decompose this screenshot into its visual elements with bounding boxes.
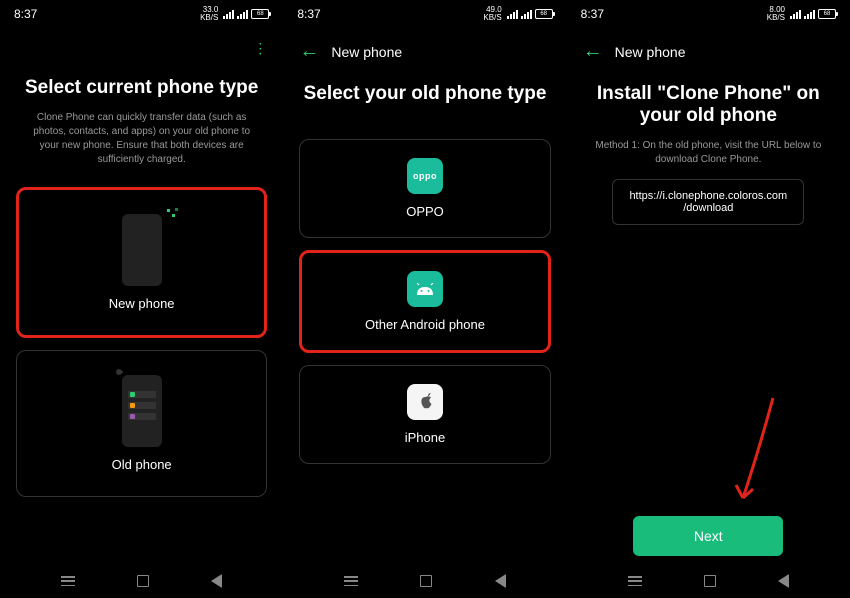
card-iphone[interactable]: iPhone (299, 365, 550, 464)
url-line: /download (629, 202, 787, 214)
status-time: 8:37 (297, 7, 320, 21)
screen-select-current-phone: 8:37 33.0KB/S 68 ⋮ Select current phone … (0, 0, 283, 598)
topbar-title: New phone (615, 44, 686, 60)
nav-bar (0, 564, 283, 598)
home-button[interactable] (420, 575, 432, 587)
recents-button[interactable] (61, 576, 75, 586)
card-label: Other Android phone (365, 317, 485, 332)
card-old-phone[interactable]: Old phone (16, 350, 267, 497)
card-label: iPhone (405, 430, 445, 445)
status-bar: 8:37 33.0KB/S 68 (0, 0, 283, 28)
page-subtitle: Clone Phone can quickly transfer data (s… (16, 111, 267, 167)
topbar: ⋮ (0, 28, 283, 57)
download-url-box[interactable]: https://i.clonephone.coloros.com /downlo… (612, 179, 804, 225)
back-button[interactable] (211, 574, 222, 588)
page-subtitle: Method 1: On the old phone, visit the UR… (583, 139, 834, 167)
url-line: https://i.clonephone.coloros.com (629, 190, 787, 202)
status-time: 8:37 (14, 7, 37, 21)
card-other-android[interactable]: Other Android phone (299, 250, 550, 353)
card-new-phone[interactable]: New phone (16, 187, 267, 338)
home-button[interactable] (704, 575, 716, 587)
oppo-icon: oppo (407, 158, 443, 194)
nav-bar (283, 564, 566, 598)
topbar: ← New phone (567, 28, 850, 63)
card-label: OPPO (406, 204, 444, 219)
back-button[interactable] (778, 574, 789, 588)
android-icon (407, 271, 443, 307)
apple-icon (407, 384, 443, 420)
page-title: Install "Clone Phone" on your old phone (583, 83, 834, 127)
page-title: Select your old phone type (304, 83, 547, 105)
topbar-title: New phone (331, 44, 402, 60)
recents-button[interactable] (344, 576, 358, 586)
status-bar: 8:37 8.00KB/S 68 (567, 0, 850, 28)
nav-bar (567, 564, 850, 598)
status-indicators: 8.00KB/S 68 (767, 6, 836, 22)
status-time: 8:37 (581, 7, 604, 21)
new-phone-icon (122, 214, 162, 286)
topbar: ← New phone (283, 28, 566, 63)
screen-install-clone-phone: 8:37 8.00KB/S 68 ← New phone Install "Cl… (567, 0, 850, 598)
back-button[interactable] (495, 574, 506, 588)
next-button[interactable]: Next (633, 516, 783, 556)
status-bar: 8:37 49.0KB/S 68 (283, 0, 566, 28)
recents-button[interactable] (628, 576, 642, 586)
status-indicators: 33.0KB/S 68 (200, 6, 269, 22)
old-phone-icon (122, 375, 162, 447)
home-button[interactable] (137, 575, 149, 587)
status-indicators: 49.0KB/S 68 (483, 6, 552, 22)
card-oppo[interactable]: oppo OPPO (299, 139, 550, 238)
card-label: Old phone (112, 457, 172, 472)
more-icon[interactable]: ⋮ (253, 40, 267, 57)
card-label: New phone (109, 296, 175, 311)
back-arrow-icon[interactable]: ← (583, 40, 603, 63)
back-arrow-icon[interactable]: ← (299, 40, 319, 63)
screen-select-old-phone-type: 8:37 49.0KB/S 68 ← New phone Select your… (283, 0, 566, 598)
page-title: Select current phone type (25, 77, 258, 99)
